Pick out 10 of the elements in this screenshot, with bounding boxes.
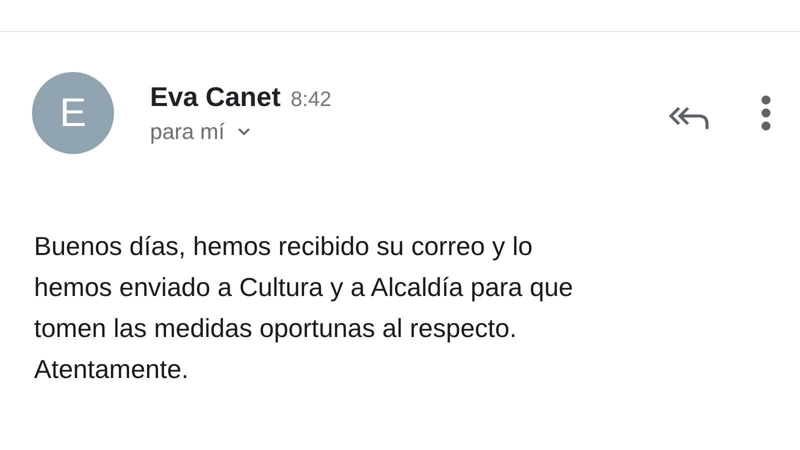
sender-name: Eva Canet — [150, 82, 281, 112]
avatar: E — [32, 72, 114, 154]
reply-all-button[interactable] — [669, 105, 711, 131]
more-vertical-icon — [761, 95, 771, 131]
message-body: Buenos días, hemos recibido su correo y lo hemos enviado a Cultura y a Alcaldía para que tomen las medidas oportunas al respecto. Atentamente. — [34, 230, 574, 386]
reply-all-icon — [669, 105, 711, 131]
chevron-down-icon — [236, 126, 251, 136]
message-time: 8:42 — [290, 88, 332, 112]
recipient-dropdown[interactable]: para mí — [150, 118, 251, 144]
more-options-button[interactable] — [761, 95, 771, 131]
